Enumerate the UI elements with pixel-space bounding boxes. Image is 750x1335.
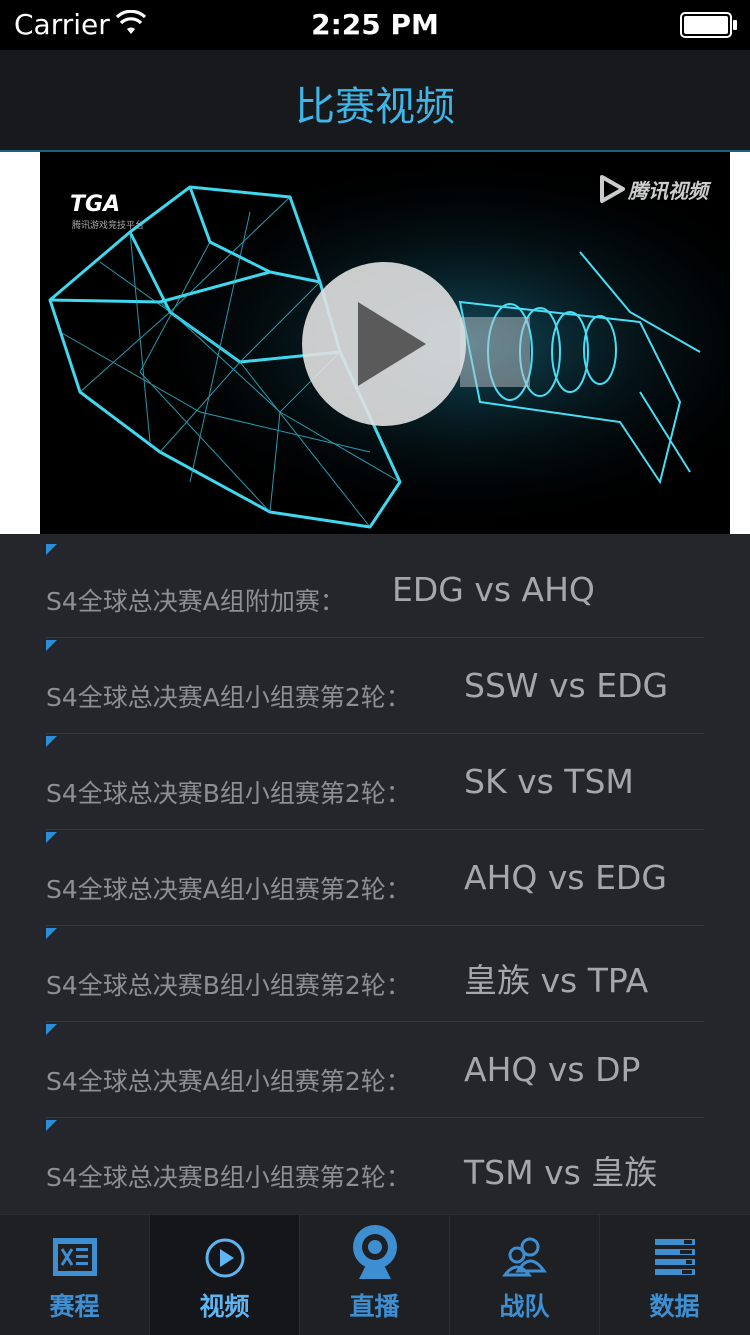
page-title: 比赛视频 (295, 84, 455, 130)
video-event-label: S4全球总决赛A组小组赛第2轮： (46, 683, 411, 712)
corner-marker (46, 544, 57, 555)
corner-marker (46, 928, 57, 939)
video-player[interactable]: TGA 腾讯游戏竞技平台 腾讯视频 (40, 152, 730, 534)
corner-marker (46, 736, 57, 747)
play-button[interactable] (302, 262, 466, 426)
video-list-item[interactable]: S4全球总决赛A组小组赛第2轮： AHQ vs DP (46, 1022, 704, 1118)
tga-logo-subtitle: 腾讯游戏竞技平台 (72, 221, 145, 231)
tab-label: 战队 (499, 1292, 550, 1321)
tencent-video-logo-text: 腾讯视频 (628, 178, 708, 203)
tab-schedule[interactable]: 赛程 (0, 1215, 150, 1335)
video-list-item[interactable]: S4全球总决赛A组小组赛第2轮： SSW vs EDG (46, 638, 704, 734)
video-match-label: TSM vs 皇族 (464, 1153, 658, 1192)
video-list-item[interactable]: S4全球总决赛B组小组赛第2轮： TSM vs 皇族 (46, 1118, 704, 1213)
tab-bar: 赛程 视频 直播 战队 数据 (0, 1214, 750, 1335)
status-bar: Carrier 2:25 PM (0, 0, 750, 50)
video-event-label: S4全球总决赛B组小组赛第2轮： (46, 971, 411, 1000)
video-list-item[interactable]: S4全球总决赛A组附加赛： EDG vs AHQ (46, 542, 704, 638)
corner-marker (46, 1024, 57, 1035)
video-event-label: S4全球总决赛B组小组赛第2轮： (46, 1163, 411, 1192)
video-event-label: S4全球总决赛A组小组赛第2轮： (46, 1067, 411, 1096)
video-match-label: 皇族 vs TPA (464, 961, 649, 1000)
video-match-label: EDG vs AHQ (392, 570, 595, 609)
corner-marker (46, 640, 57, 651)
tab-label: 直播 (349, 1292, 400, 1321)
video-event-label: S4全球总决赛B组小组赛第2轮： (46, 779, 411, 808)
corner-marker (46, 1120, 57, 1131)
tab-live[interactable]: 直播 (300, 1215, 450, 1335)
video-event-label: S4全球总决赛A组小组赛第2轮： (46, 875, 411, 904)
video-list: S4全球总决赛A组附加赛： EDG vs AHQ S4全球总决赛A组小组赛第2轮… (0, 542, 750, 1213)
tencent-video-logo: 腾讯视频 (596, 174, 708, 204)
battery-icon (680, 12, 737, 38)
schedule-icon (52, 1238, 97, 1276)
video-play-icon (205, 1238, 244, 1278)
webcam-icon (352, 1225, 397, 1279)
tga-logo: TGA (70, 192, 121, 217)
video-match-label: SSW vs EDG (464, 666, 669, 705)
tab-data[interactable]: 数据 (600, 1215, 749, 1335)
corner-marker (46, 832, 57, 843)
video-match-label: AHQ vs DP (464, 1050, 641, 1089)
video-player-container: TGA 腾讯游戏竞技平台 腾讯视频 (0, 152, 750, 534)
tab-label: 赛程 (49, 1292, 100, 1321)
tab-team[interactable]: 战队 (450, 1215, 600, 1335)
navigation-bar: 比赛视频 (0, 50, 750, 152)
team-icon (501, 1237, 547, 1277)
video-match-label: SK vs TSM (464, 762, 634, 801)
play-icon (358, 302, 426, 386)
tencent-video-logo-icon (600, 175, 625, 203)
video-event-label: S4全球总决赛A组附加赛： (46, 587, 345, 616)
video-list-item[interactable]: S4全球总决赛B组小组赛第2轮： SK vs TSM (46, 734, 704, 830)
video-list-item[interactable]: S4全球总决赛B组小组赛第2轮： 皇族 vs TPA (46, 926, 704, 1022)
data-icon (654, 1239, 695, 1275)
clock: 2:25 PM (311, 8, 439, 41)
tab-video[interactable]: 视频 (150, 1215, 300, 1335)
video-match-label: AHQ vs EDG (464, 858, 667, 897)
tab-label: 视频 (199, 1292, 250, 1321)
tab-label: 数据 (649, 1292, 700, 1321)
video-list-item[interactable]: S4全球总决赛A组小组赛第2轮： AHQ vs EDG (46, 830, 704, 926)
